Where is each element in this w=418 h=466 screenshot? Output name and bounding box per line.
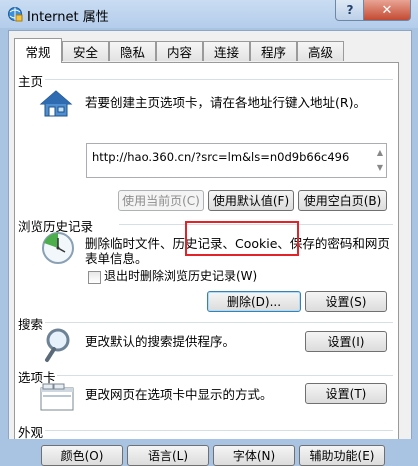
close-button[interactable]: ✕ — [363, 0, 411, 21]
divider — [45, 430, 393, 431]
homepage-url-value: http://hao.360.cn/?src=lm&ls=n0d9b66c496 — [92, 150, 350, 164]
search-settings-button[interactable]: 设置(I) — [305, 331, 387, 352]
history-settings-button[interactable]: 设置(S) — [305, 291, 387, 312]
homepage-url-input[interactable]: http://hao.360.cn/?src=lm&ls=n0d9b66c496… — [86, 143, 387, 178]
house-icon — [39, 90, 73, 117]
magnifier-icon — [45, 328, 70, 362]
homepage-description: 若要创建主页选项卡，请在各地址行键入地址(R)。 — [85, 95, 366, 110]
divider — [57, 375, 393, 376]
tabs-description: 更改网页在选项卡中显示的方式。 — [85, 387, 273, 402]
delete-history-button[interactable]: 删除(D)... — [207, 291, 301, 312]
colors-button[interactable]: 颜色(O) — [41, 445, 123, 466]
tab-advanced[interactable]: 高级 — [297, 41, 344, 61]
fonts-button[interactable]: 字体(N) — [213, 445, 295, 466]
textarea-scrollbar[interactable]: ▲ ▼ — [375, 145, 385, 176]
history-clock-icon — [42, 232, 74, 264]
search-description: 更改默认的搜索提供程序。 — [85, 334, 236, 349]
tab-security[interactable]: 安全 — [62, 41, 109, 61]
divider — [45, 322, 393, 323]
use-blank-button[interactable]: 使用空白页(B) — [298, 190, 387, 211]
tab-general[interactable]: 常规 — [14, 38, 62, 63]
delete-on-exit-label: 退出时删除浏览历史记录(W) — [104, 269, 258, 283]
tabs-window-icon — [40, 383, 74, 411]
tab-privacy[interactable]: 隐私 — [109, 41, 156, 61]
history-description-line2: 表单信息。 — [85, 251, 148, 266]
close-icon: ✕ — [381, 2, 393, 18]
window-title: Internet 属性 — [27, 10, 109, 25]
internet-options-icon — [8, 7, 23, 22]
languages-button[interactable]: 语言(L) — [127, 445, 209, 466]
delete-on-exit-checkbox[interactable] — [88, 271, 101, 284]
delete-button-highlight — [185, 221, 299, 256]
tabs-settings-button[interactable]: 设置(T) — [305, 383, 387, 404]
divider — [45, 79, 393, 80]
use-current-page-button[interactable]: 使用当前页(C) — [118, 190, 204, 211]
title-bar: Internet 属性 ? ✕ — [0, 0, 418, 28]
appearance-group-title: 外观 — [18, 425, 44, 440]
accessibility-button[interactable]: 辅助功能(E) — [299, 445, 385, 466]
help-button[interactable]: ? — [335, 0, 365, 21]
use-default-button[interactable]: 使用默认值(F) — [208, 190, 294, 211]
tab-connections[interactable]: 连接 — [203, 41, 250, 61]
help-icon: ? — [346, 3, 354, 17]
tab-programs[interactable]: 程序 — [250, 41, 297, 61]
search-group-title: 搜索 — [18, 317, 44, 332]
tab-content[interactable]: 内容 — [156, 41, 203, 61]
